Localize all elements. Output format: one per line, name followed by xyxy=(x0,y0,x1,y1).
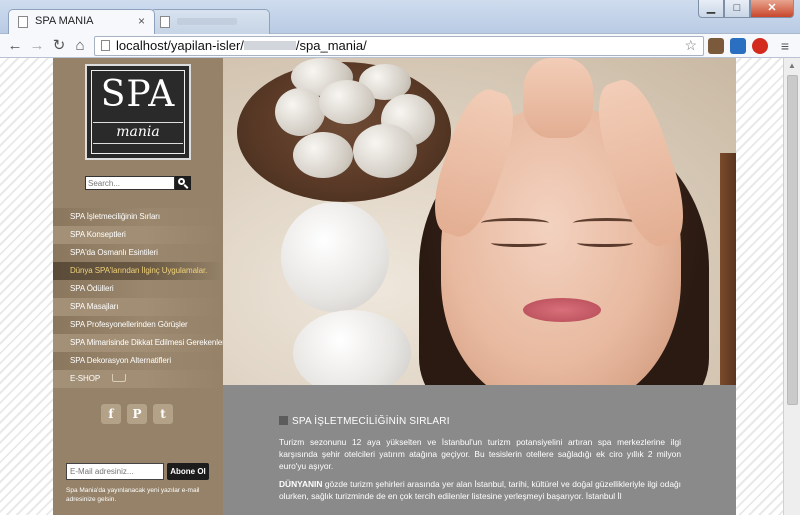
browser-toolbar: ← → ↻ ⌂ localhost/yapilan-isler/ /spa_man… xyxy=(0,34,800,58)
logo-main-text: SPA xyxy=(100,74,176,115)
brow-shape xyxy=(481,218,549,228)
article-section: SPA İŞLETMECİLİĞİNİN SIRLARI Turizm sezo… xyxy=(223,385,736,515)
paragraph-text: gözde turizm şehirleri arasında yer alan… xyxy=(279,479,681,501)
article-paragraph: DÜNYANIN gözde turizm şehirleri arasında… xyxy=(279,478,681,502)
close-window-button[interactable]: ✕ xyxy=(750,0,794,18)
subscribe-button[interactable]: Abone Ol xyxy=(167,463,209,480)
search-button[interactable] xyxy=(175,176,191,190)
url-redacted xyxy=(243,41,296,50)
article-title-text: SPA İŞLETMECİLİĞİNİN SIRLARI xyxy=(292,416,450,427)
menu-item[interactable]: SPA'da Osmanlı Esintileri xyxy=(53,244,223,262)
site-container: SPA mania SPA İşletmeciliğinin Sırları S… xyxy=(53,58,736,515)
back-icon[interactable]: ← xyxy=(6,37,24,55)
pinterest-icon[interactable]: P xyxy=(127,404,147,424)
main-menu: SPA İşletmeciliğinin Sırları SPA Konsept… xyxy=(53,208,225,388)
search-icon-handle xyxy=(183,184,189,189)
url-suffix: /spa_mania/ xyxy=(295,38,367,53)
tab-secondary[interactable] xyxy=(150,9,270,34)
cart-icon xyxy=(112,374,127,382)
logo-sub-text: mania xyxy=(116,124,160,140)
menu-item[interactable]: SPA Dekorasyon Alternatifleri xyxy=(53,352,223,370)
menu-item[interactable]: SPA Mimarisinde Dikkat Edilmesi Gerekenl… xyxy=(53,334,225,352)
tab-title-blurred xyxy=(177,18,237,25)
menu-item[interactable]: SPA Ödülleri xyxy=(53,280,223,298)
forward-icon[interactable]: → xyxy=(28,37,46,55)
page-icon xyxy=(160,16,170,28)
herbal-pouch xyxy=(281,202,389,312)
social-links: f P t xyxy=(101,404,173,424)
hand-shape xyxy=(523,58,593,138)
extension-icon[interactable] xyxy=(752,38,768,54)
sidebar: SPA mania SPA İşletmeciliğinin Sırları S… xyxy=(53,58,225,515)
eye-shape xyxy=(577,239,633,247)
eshop-label: E-SHOP xyxy=(70,374,101,383)
menu-item-eshop[interactable]: E-SHOP xyxy=(53,370,223,388)
menu-item[interactable]: SPA İşletmeciliğinin Sırları xyxy=(53,208,223,226)
paragraph-lead: DÜNYANIN xyxy=(279,479,323,489)
hero-image xyxy=(223,58,736,385)
newsletter-note: Spa Mania'da yayınlanacak yeni yazılar e… xyxy=(66,487,200,503)
maximize-button[interactable]: □ xyxy=(724,0,750,18)
lips-shape xyxy=(523,298,601,322)
menu-item-active[interactable]: Dünya SPA'larından İlginç Uygulamalar. xyxy=(53,262,223,280)
herbal-pouch xyxy=(293,310,411,385)
scroll-up-arrow[interactable]: ▲ xyxy=(784,58,800,73)
minimize-button[interactable]: ▁ xyxy=(698,0,724,18)
bookmark-star-icon[interactable]: ☆ xyxy=(684,37,697,54)
url-prefix: localhost/yapilan-isler/ xyxy=(116,38,244,53)
extension-icon[interactable] xyxy=(708,38,724,54)
tab-spa-mania[interactable]: SPA MANIA × xyxy=(8,9,155,34)
home-icon[interactable]: ⌂ xyxy=(71,37,89,55)
menu-icon[interactable]: ≡ xyxy=(776,37,794,55)
page-icon xyxy=(101,40,110,51)
wood-panel xyxy=(720,153,736,385)
facebook-icon[interactable]: f xyxy=(101,404,121,424)
search-box xyxy=(85,176,191,190)
title-bullet xyxy=(279,416,288,425)
menu-item[interactable]: SPA Profesyonellerinden Görüşler xyxy=(53,316,223,334)
reload-icon[interactable]: ↻ xyxy=(50,37,68,55)
tab-close-icon[interactable]: × xyxy=(138,14,145,28)
menu-item[interactable]: SPA Konseptleri xyxy=(53,226,223,244)
site-logo[interactable]: SPA mania xyxy=(85,64,191,160)
extension-icon[interactable] xyxy=(730,38,746,54)
menu-item[interactable]: SPA Masajları xyxy=(53,298,223,316)
email-field[interactable] xyxy=(66,463,164,480)
spa-stone xyxy=(275,88,325,136)
page-viewport: SPA mania SPA İşletmeciliğinin Sırları S… xyxy=(0,58,783,515)
twitter-icon[interactable]: t xyxy=(153,404,173,424)
article-title: SPA İŞLETMECİLİĞİNİN SIRLARI xyxy=(279,416,450,427)
article-paragraph: Turizm sezonunu 12 aya yükselten ve İsta… xyxy=(279,437,681,471)
address-bar[interactable]: localhost/yapilan-isler/ /spa_mania/ ☆ xyxy=(94,36,704,56)
page-scrollbar[interactable]: ▲ xyxy=(783,58,800,515)
title-bar: SPA MANIA × ▁ □ ✕ xyxy=(0,0,800,34)
search-input[interactable] xyxy=(85,176,175,190)
spa-stone xyxy=(293,132,353,178)
page-icon xyxy=(18,16,28,28)
tab-title: SPA MANIA xyxy=(35,15,94,27)
window-controls: ▁ □ ✕ xyxy=(698,0,794,18)
eye-shape xyxy=(491,239,547,247)
spa-stone xyxy=(319,80,375,124)
spa-stone xyxy=(353,124,417,178)
scroll-thumb[interactable] xyxy=(787,75,798,405)
